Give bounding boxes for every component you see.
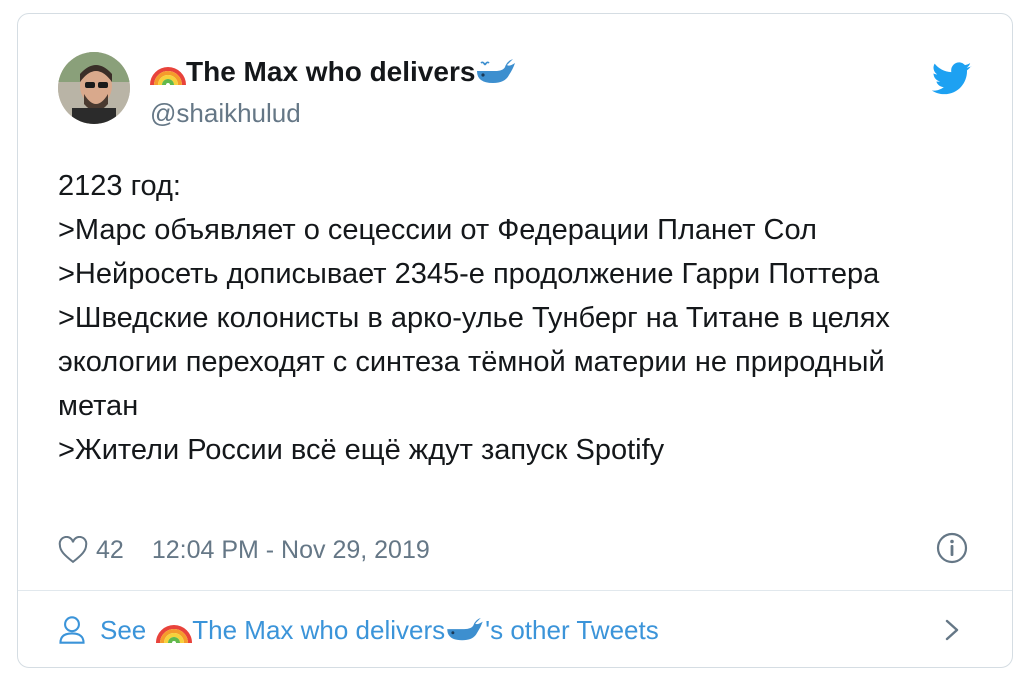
tweet-line: >Шведские колонисты в арко-улье Тунберг … <box>58 302 890 422</box>
display-name-text: The Max who delivers <box>186 56 476 87</box>
author-handle[interactable]: @shaikhulud <box>150 98 301 129</box>
info-icon[interactable] <box>936 532 968 564</box>
rainbow-icon <box>156 625 193 644</box>
display-name[interactable]: The Max who delivers <box>150 56 517 88</box>
whale-icon <box>477 59 516 83</box>
whale-icon <box>447 617 483 641</box>
heart-icon[interactable] <box>58 536 88 564</box>
footer-author-name: The Max who delivers <box>192 614 446 645</box>
tweet-line: >Нейросеть дописывает 2345-е продолжение… <box>58 258 880 290</box>
like-count[interactable]: 42 <box>96 536 124 565</box>
chevron-right-icon[interactable] <box>942 618 962 642</box>
tweet-line: >Марс объявляет о сецессии от Федерации … <box>58 214 817 246</box>
tweet-card: The Max who delivers @shaikhulud 2123 го… <box>17 13 1013 668</box>
tweet-line: 2123 год: <box>58 170 181 202</box>
avatar[interactable] <box>58 52 130 124</box>
divider <box>18 590 1012 591</box>
tweet-header: The Max who delivers @shaikhulud <box>58 52 982 134</box>
see-label: See <box>100 614 147 645</box>
timestamp[interactable]: 12:04 PM - Nov 29, 2019 <box>152 536 430 565</box>
person-icon <box>59 616 85 644</box>
footer-suffix: 's other Tweets <box>485 614 659 645</box>
tweet-line: >Жители России всё ещё ждут запуск Spoti… <box>58 434 665 466</box>
see-other-tweets-link[interactable]: See The Max who delivers 's other Tweets <box>58 610 982 650</box>
twitter-bird-icon[interactable] <box>932 62 972 96</box>
tweet-meta: 42 12:04 PM - Nov 29, 2019 <box>58 532 978 568</box>
rainbow-icon <box>150 67 186 86</box>
tweet-text: 2123 год: >Марс объявляет о сецессии от … <box>58 164 958 472</box>
